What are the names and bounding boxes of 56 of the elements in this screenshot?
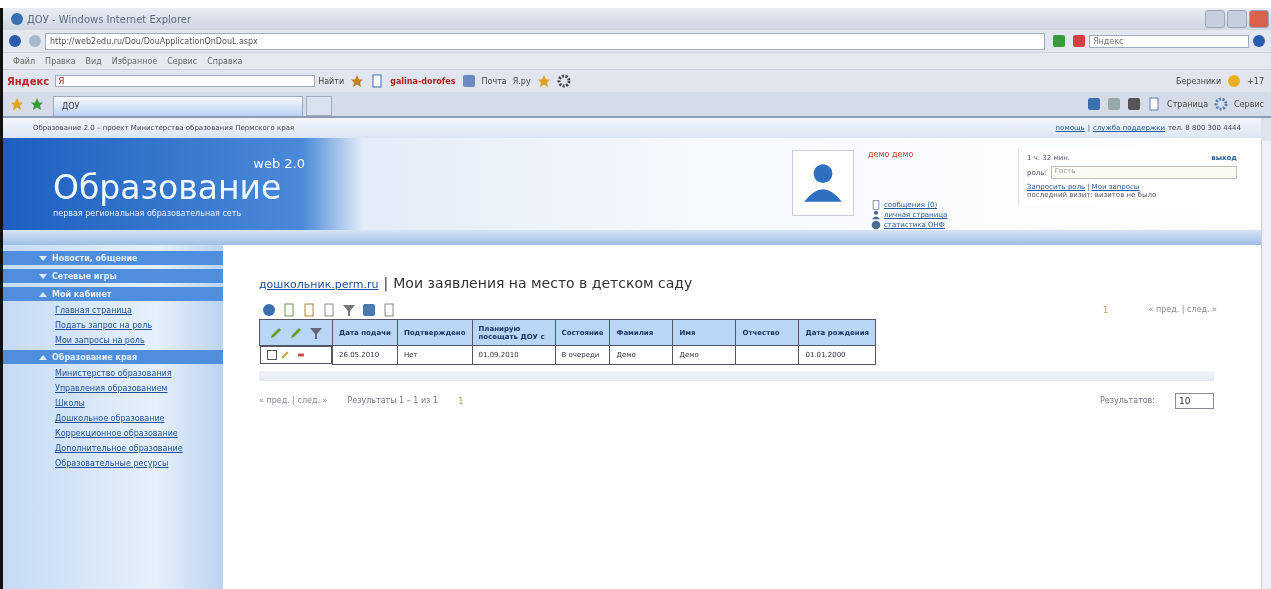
menu-item[interactable]: Избранное bbox=[111, 56, 158, 66]
sidebar-link[interactable]: Главная страница bbox=[3, 303, 223, 318]
sidebar-link[interactable]: Министерство образования bbox=[3, 366, 223, 381]
menu-item[interactable]: Файл bbox=[13, 56, 36, 66]
temperature-label: +17 bbox=[1247, 76, 1264, 86]
favorites-star-icon[interactable] bbox=[10, 97, 24, 111]
minimize-button[interactable] bbox=[1205, 10, 1225, 28]
user-name: демо демо bbox=[868, 150, 915, 159]
window-title: ДОУ - Windows Internet Explorer bbox=[27, 13, 192, 25]
collapse-bar[interactable] bbox=[3, 230, 1261, 245]
vertical-scrollbar[interactable] bbox=[1261, 141, 1271, 589]
yandex-label[interactable]: Яндекс bbox=[7, 75, 50, 87]
address-field[interactable]: http://web2edu.ru/Dou/DouApplicationOnDouL.aspx bbox=[45, 32, 1045, 50]
username-button[interactable]: galina-dorofes bbox=[390, 76, 456, 86]
sidebar-link[interactable]: Подать запрос на роль bbox=[3, 318, 223, 333]
pager-links[interactable]: « пред. | след. » bbox=[259, 396, 328, 405]
separator: | bbox=[383, 275, 389, 291]
command-button[interactable]: Сервис bbox=[1234, 99, 1264, 109]
results-text: Результаты 1 – 1 из 1 bbox=[347, 396, 438, 405]
command-button[interactable]: Страница bbox=[1167, 99, 1209, 109]
settings-icon[interactable] bbox=[556, 74, 571, 88]
star-icon[interactable] bbox=[536, 74, 551, 88]
sidebar-link[interactable]: Дошкольное образование bbox=[3, 411, 223, 426]
browser-tab[interactable]: ДОУ bbox=[53, 96, 303, 116]
page-title: Мои заявления на место в детском саду bbox=[393, 275, 693, 291]
site-link[interactable]: дошкольник.perm.ru bbox=[259, 278, 379, 291]
per-page-label: Результатов: bbox=[1099, 396, 1155, 405]
city-label: Березники bbox=[1176, 76, 1222, 86]
logo-text: Образование bbox=[53, 171, 283, 205]
sidebar-link[interactable]: Школы bbox=[3, 396, 223, 411]
filter-icon[interactable] bbox=[342, 303, 356, 317]
menu-item[interactable]: Сервис bbox=[167, 56, 198, 66]
new-tab-button[interactable] bbox=[306, 96, 332, 116]
yaru-button[interactable]: Я.ру bbox=[512, 76, 531, 86]
sidebar-link[interactable]: Образовательные ресурсы bbox=[3, 456, 223, 471]
search-field[interactable]: Яндекс bbox=[1089, 34, 1249, 48]
sidebar-link[interactable]: Коррекционное образование bbox=[3, 426, 223, 441]
menu-item[interactable]: Правка bbox=[45, 56, 76, 66]
person-icon bbox=[871, 210, 881, 220]
menu-item[interactable]: Вид bbox=[85, 56, 102, 66]
per-page-dropdown[interactable]: 10 bbox=[1175, 392, 1214, 409]
logo-slogan: первая региональная образовательная сеть bbox=[53, 209, 243, 218]
sidebar-link[interactable]: Дополнительное образование bbox=[3, 441, 223, 456]
restore-button[interactable] bbox=[1227, 10, 1247, 28]
pager-links[interactable]: « пред. | след. » bbox=[1148, 305, 1217, 315]
add-favorites-icon[interactable] bbox=[30, 97, 44, 111]
yandex-search-field[interactable]: Я bbox=[55, 75, 316, 87]
menu-item[interactable]: Справка bbox=[207, 56, 243, 66]
find-button[interactable]: Найти bbox=[318, 76, 345, 86]
sidebar-link[interactable]: Управления образованием bbox=[3, 381, 223, 396]
sidebar-link[interactable]: Мои запросы на роль bbox=[3, 333, 223, 348]
horizontal-scrollbar[interactable] bbox=[259, 370, 1214, 381]
close-button[interactable] bbox=[1249, 10, 1269, 28]
mail-button[interactable]: Почта bbox=[481, 76, 507, 86]
logo-version: web 2.0 bbox=[252, 156, 306, 171]
row-checkbox[interactable] bbox=[266, 350, 277, 360]
